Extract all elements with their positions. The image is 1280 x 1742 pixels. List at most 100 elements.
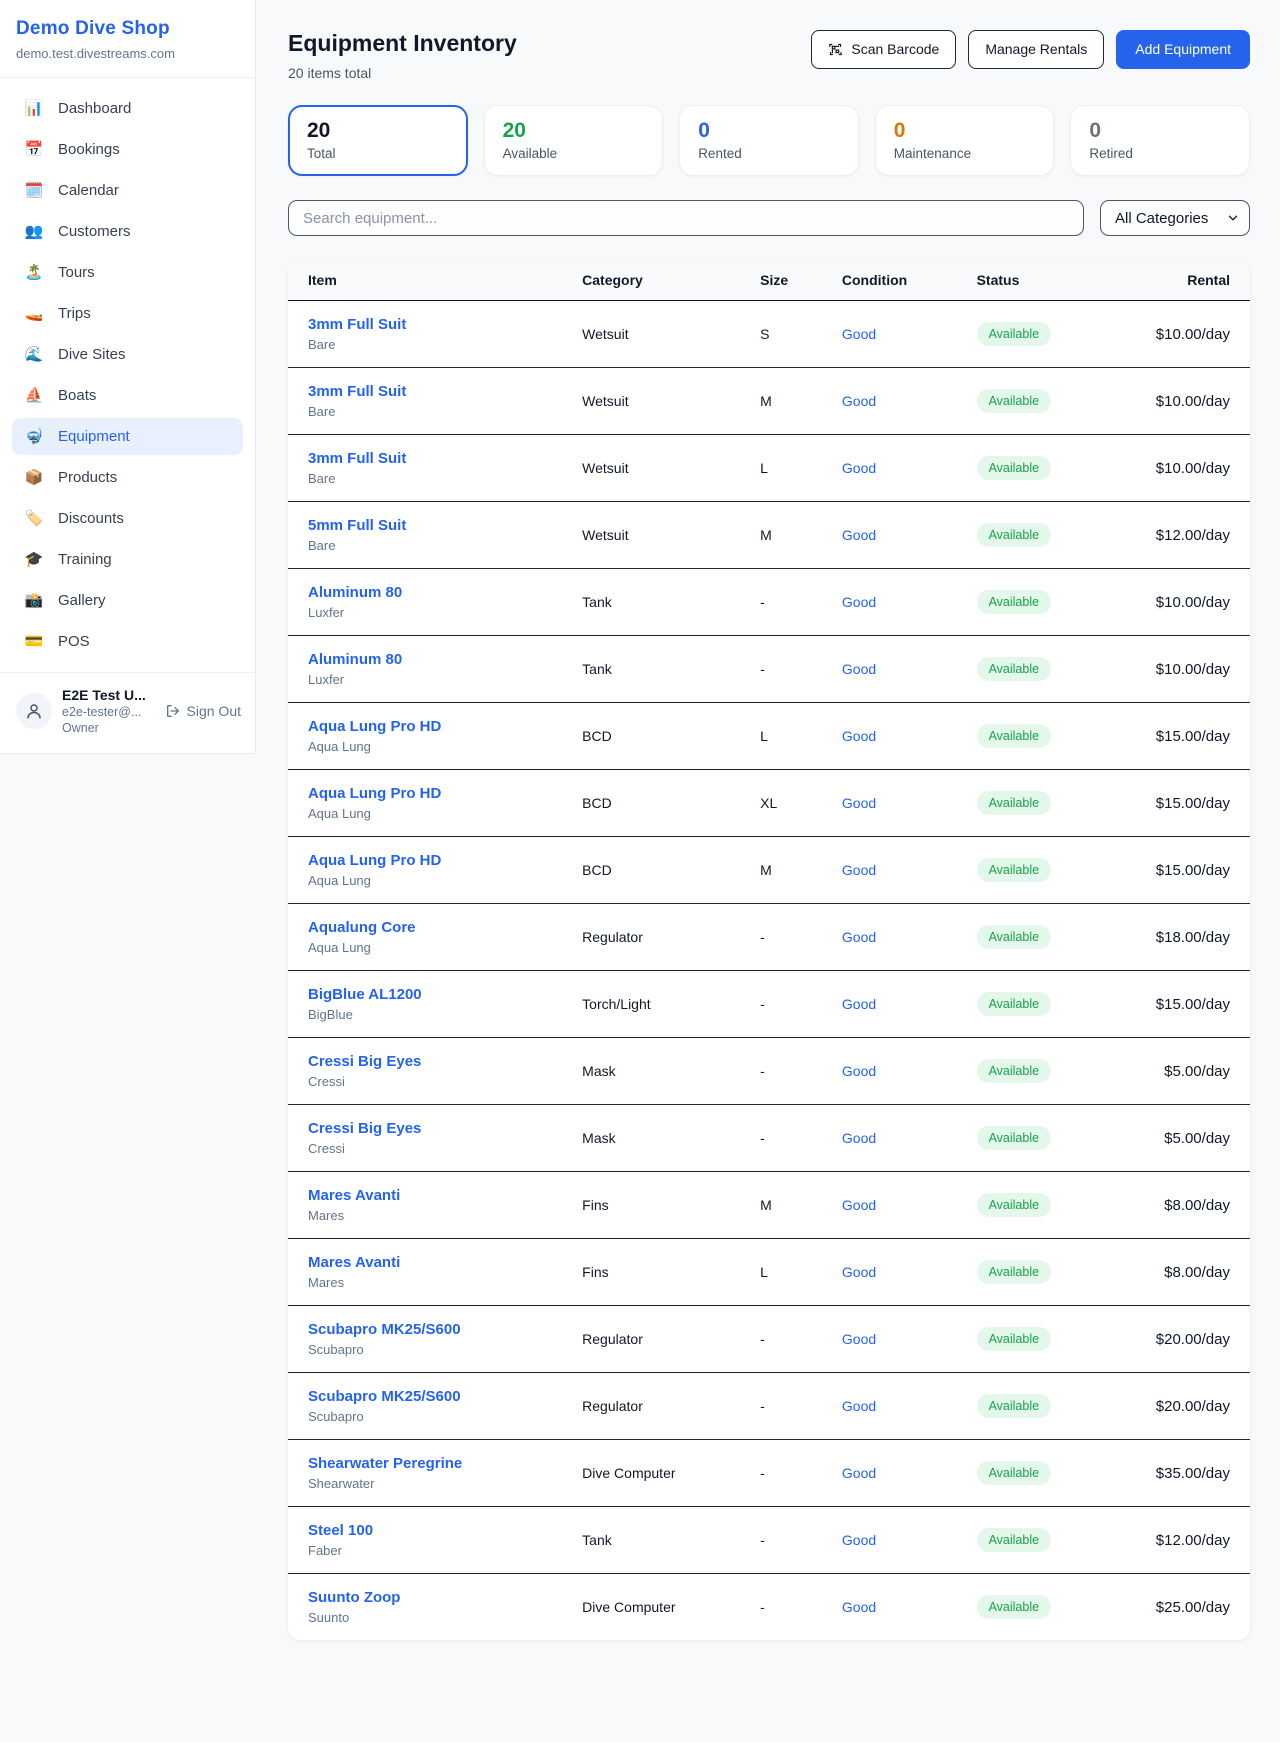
add-equipment-button[interactable]: Add Equipment	[1116, 30, 1250, 69]
scan-barcode-button[interactable]: Scan Barcode	[811, 30, 956, 69]
status-badge: Available	[977, 1260, 1052, 1284]
item-size: L	[740, 1239, 822, 1306]
category-select[interactable]: All Categories	[1100, 200, 1250, 236]
stat-card-total[interactable]: 20 Total	[288, 105, 468, 176]
item-name-link[interactable]: 3mm Full Suit	[308, 316, 406, 333]
table-row: Cressi Big Eyes Cressi Mask - Good Avail…	[288, 1038, 1250, 1105]
item-category: Wetsuit	[562, 301, 740, 368]
sign-out-button[interactable]: Sign Out	[165, 703, 241, 719]
item-name-link[interactable]: Aluminum 80	[308, 651, 402, 668]
condition-link[interactable]: Good	[842, 1398, 876, 1414]
table-header-row: Item Category Size Condition Status Rent…	[288, 260, 1250, 301]
sidebar-item-dive-sites[interactable]: 🌊 Dive Sites	[12, 336, 243, 373]
item-name-link[interactable]: Aluminum 80	[308, 584, 402, 601]
item-name-link[interactable]: Mares Avanti	[308, 1187, 400, 1204]
sidebar-item-label: Discounts	[58, 510, 124, 527]
condition-link[interactable]: Good	[842, 1532, 876, 1548]
sidebar-item-label: POS	[58, 633, 90, 650]
item-brand: Suunto	[308, 1610, 546, 1625]
sidebar-item-label: Calendar	[58, 182, 119, 199]
brand-name[interactable]: Demo Dive Shop	[16, 18, 235, 40]
condition-link[interactable]: Good	[842, 460, 876, 476]
manage-rentals-button[interactable]: Manage Rentals	[968, 30, 1104, 69]
status-badge: Available	[977, 1461, 1052, 1485]
status-badge: Available	[977, 523, 1052, 547]
item-size: M	[740, 1172, 822, 1239]
sidebar-item-training[interactable]: 🎓 Training	[12, 541, 243, 578]
item-brand: Scubapro	[308, 1409, 546, 1424]
item-name-link[interactable]: Aqua Lung Pro HD	[308, 852, 441, 869]
condition-link[interactable]: Good	[842, 594, 876, 610]
sidebar-item-gallery[interactable]: 📸 Gallery	[12, 582, 243, 619]
sidebar-item-calendar[interactable]: 🗓️ Calendar	[12, 172, 243, 209]
item-name-link[interactable]: 3mm Full Suit	[308, 450, 406, 467]
condition-link[interactable]: Good	[842, 1197, 876, 1213]
stat-card-retired[interactable]: 0 Retired	[1070, 105, 1250, 176]
item-name-link[interactable]: Aqualung Core	[308, 919, 416, 936]
item-brand: Aqua Lung	[308, 739, 546, 754]
sidebar-item-equipment[interactable]: 🤿 Equipment	[12, 418, 243, 455]
item-category: Wetsuit	[562, 435, 740, 502]
stat-card-available[interactable]: 20 Available	[484, 105, 664, 176]
item-name-link[interactable]: Scubapro MK25/S600	[308, 1321, 461, 1338]
condition-link[interactable]: Good	[842, 862, 876, 878]
item-brand: Bare	[308, 337, 546, 352]
sidebar-item-trips[interactable]: 🚤 Trips	[12, 295, 243, 332]
item-brand: Aqua Lung	[308, 806, 546, 821]
item-name-link[interactable]: Suunto Zoop	[308, 1589, 400, 1606]
stat-card-maintenance[interactable]: 0 Maintenance	[875, 105, 1055, 176]
condition-link[interactable]: Good	[842, 527, 876, 543]
condition-link[interactable]: Good	[842, 1465, 876, 1481]
condition-link[interactable]: Good	[842, 996, 876, 1012]
condition-link[interactable]: Good	[842, 1063, 876, 1079]
item-name-link[interactable]: Scubapro MK25/S600	[308, 1388, 461, 1405]
condition-link[interactable]: Good	[842, 1331, 876, 1347]
barcode-scan-icon	[828, 42, 843, 57]
condition-link[interactable]: Good	[842, 1599, 876, 1615]
item-size: -	[740, 1574, 822, 1641]
item-name-link[interactable]: Mares Avanti	[308, 1254, 400, 1271]
sidebar-item-label: Bookings	[58, 141, 120, 158]
sidebar-item-customers[interactable]: 👥 Customers	[12, 213, 243, 250]
status-badge: Available	[977, 389, 1052, 413]
item-rental: $5.00/day	[1120, 1105, 1250, 1172]
item-name-link[interactable]: Aqua Lung Pro HD	[308, 785, 441, 802]
item-name-link[interactable]: Aqua Lung Pro HD	[308, 718, 441, 735]
sidebar-item-dashboard[interactable]: 📊 Dashboard	[12, 90, 243, 127]
stat-label: Available	[503, 146, 645, 161]
condition-link[interactable]: Good	[842, 661, 876, 677]
item-brand: Faber	[308, 1543, 546, 1558]
item-name-link[interactable]: Steel 100	[308, 1522, 373, 1539]
sidebar-item-products[interactable]: 📦 Products	[12, 459, 243, 496]
sidebar-item-label: Dive Sites	[58, 346, 126, 363]
item-name-link[interactable]: BigBlue AL1200	[308, 986, 422, 1003]
item-rental: $15.00/day	[1120, 770, 1250, 837]
item-name-link[interactable]: Cressi Big Eyes	[308, 1120, 421, 1137]
sidebar-item-discounts[interactable]: 🏷️ Discounts	[12, 500, 243, 537]
user-role: Owner	[62, 721, 146, 735]
status-badge: Available	[977, 590, 1052, 614]
condition-link[interactable]: Good	[842, 795, 876, 811]
table-row: Scubapro MK25/S600 Scubapro Regulator - …	[288, 1306, 1250, 1373]
item-category: Fins	[562, 1239, 740, 1306]
item-name-link[interactable]: Cressi Big Eyes	[308, 1053, 421, 1070]
condition-link[interactable]: Good	[842, 728, 876, 744]
item-rental: $20.00/day	[1120, 1306, 1250, 1373]
search-input[interactable]	[288, 200, 1084, 236]
sidebar-item-boats[interactable]: ⛵ Boats	[12, 377, 243, 414]
condition-link[interactable]: Good	[842, 929, 876, 945]
item-name-link[interactable]: Shearwater Peregrine	[308, 1455, 462, 1472]
condition-link[interactable]: Good	[842, 1264, 876, 1280]
item-name-link[interactable]: 3mm Full Suit	[308, 383, 406, 400]
item-rental: $15.00/day	[1120, 837, 1250, 904]
condition-link[interactable]: Good	[842, 393, 876, 409]
items-count: 20 items total	[288, 65, 517, 81]
sidebar-item-pos[interactable]: 💳 POS	[12, 623, 243, 660]
category-select-wrap: All Categories	[1100, 200, 1250, 236]
item-name-link[interactable]: 5mm Full Suit	[308, 517, 406, 534]
stat-card-rented[interactable]: 0 Rented	[679, 105, 859, 176]
condition-link[interactable]: Good	[842, 326, 876, 342]
sidebar-item-bookings[interactable]: 📅 Bookings	[12, 131, 243, 168]
condition-link[interactable]: Good	[842, 1130, 876, 1146]
sidebar-item-tours[interactable]: 🏝️ Tours	[12, 254, 243, 291]
